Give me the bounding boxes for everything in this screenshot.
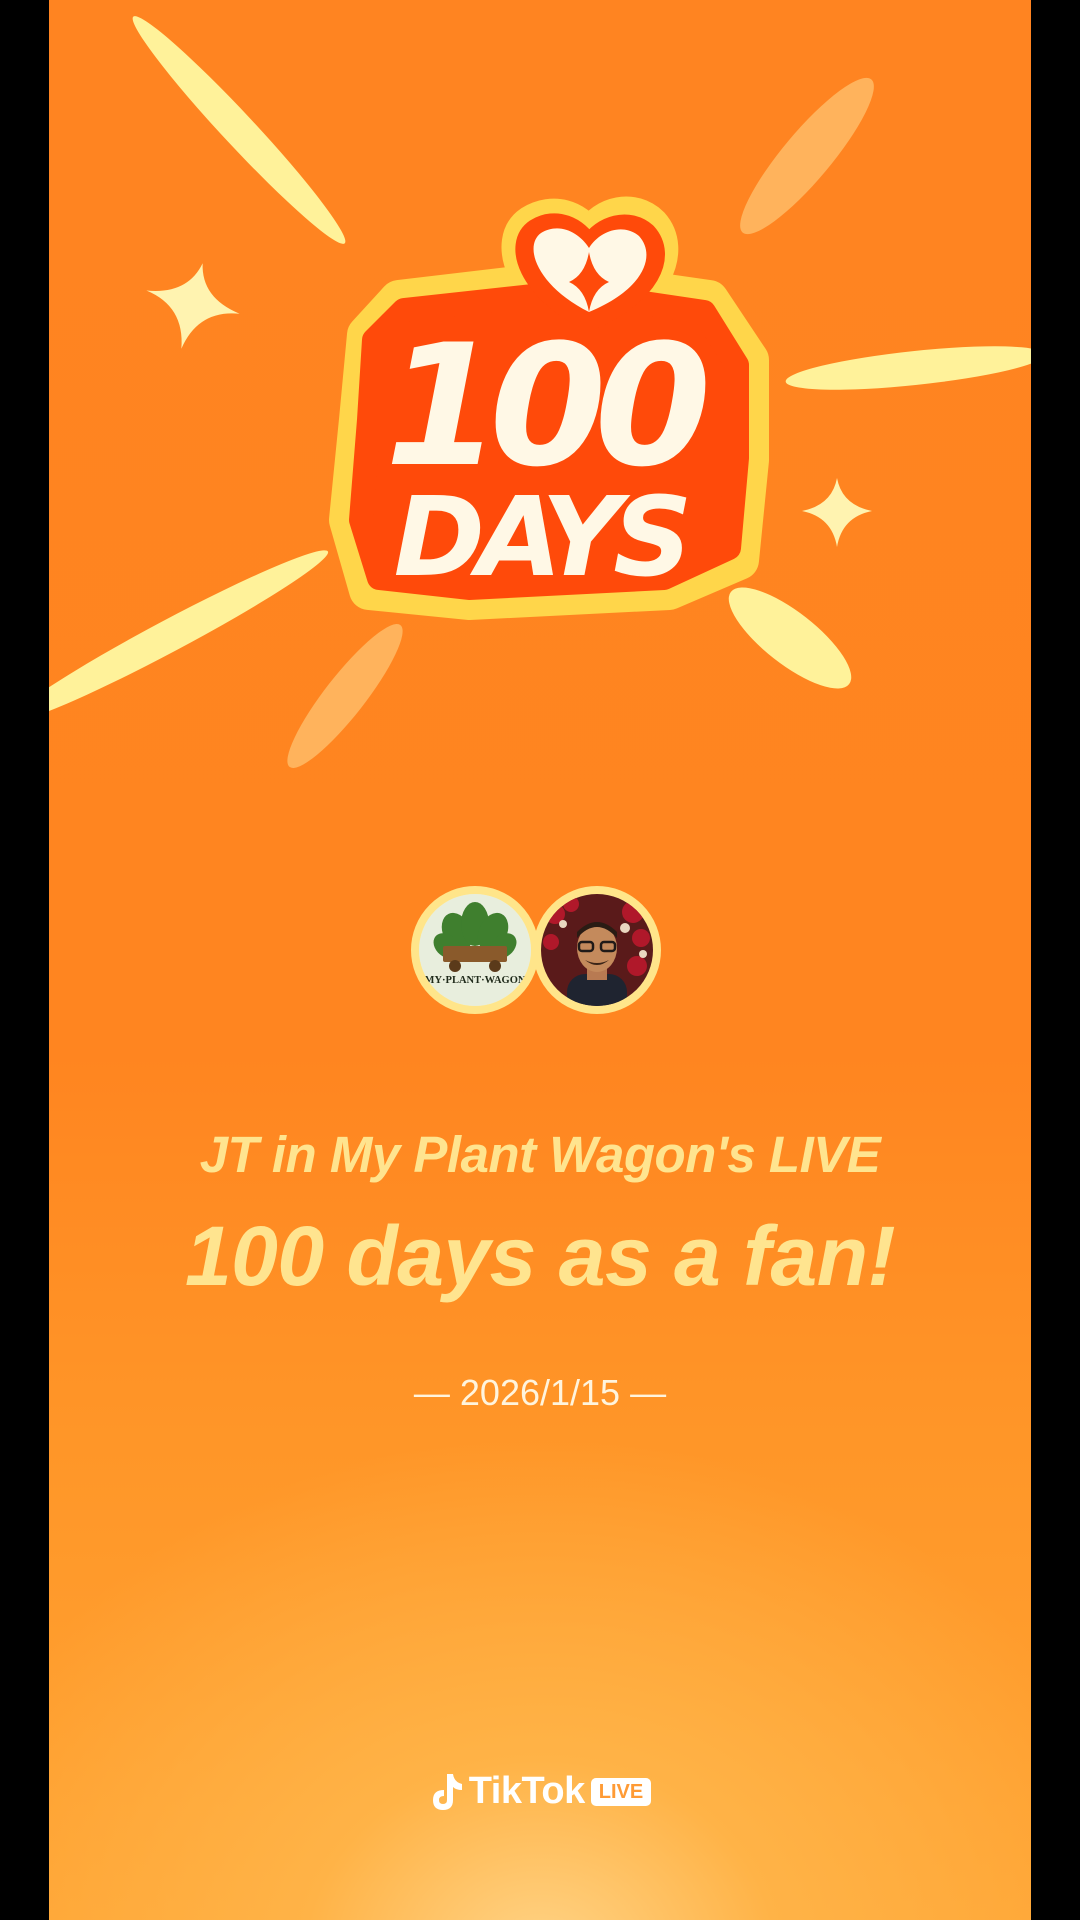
- fan-avatar[interactable]: [533, 886, 661, 1014]
- creator-avatar[interactable]: MY·PLANT·WAGON: [411, 886, 539, 1014]
- plant-wagon-logo: MY·PLANT·WAGON: [419, 894, 531, 1006]
- live-badge: LIVE: [590, 1777, 652, 1806]
- tiktok-live-brand: TikTok LIVE: [49, 1770, 1031, 1813]
- brand-name: TikTok: [468, 1770, 585, 1812]
- plant-wagon-logo-text: MY·PLANT·WAGON: [425, 975, 526, 986]
- subheadline: 100 days as a fan!: [184, 1209, 896, 1303]
- tiktok-note-icon: [432, 1773, 462, 1810]
- screen: 100 DAYS MY·PLANT·WAGON JT in My Plant W…: [0, 0, 1080, 1920]
- fan-milestone-card: 100 DAYS MY·PLANT·WAGON JT in My Plant W…: [49, 0, 1031, 1920]
- badge-word: DAYS: [394, 473, 687, 601]
- headline: JT in My Plant Wagon's LIVE: [199, 1126, 881, 1183]
- hundred-days-badge: 100 DAYS: [329, 196, 769, 620]
- avatar-pair: MY·PLANT·WAGON: [411, 886, 671, 1026]
- milestone-date: — 2026/1/15 —: [413, 1372, 667, 1413]
- fan-photo: [541, 894, 653, 1006]
